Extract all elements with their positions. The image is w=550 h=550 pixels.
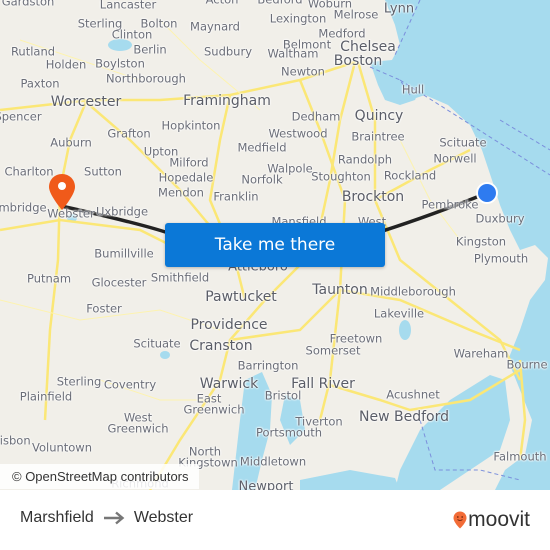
moovit-logo[interactable]: moovit: [453, 508, 530, 532]
place-label: Sutton: [84, 164, 122, 179]
place-label: Bumillville: [94, 246, 154, 261]
place-label: Voluntown: [31, 440, 93, 455]
place-label: Stoughton: [311, 169, 371, 184]
place-label: Dedham: [291, 109, 341, 124]
place-label: Franklin: [213, 189, 259, 204]
place-label: Greenwich: [107, 421, 169, 436]
place-label: Paxton: [20, 76, 60, 91]
place-label: Pembroke: [421, 197, 479, 212]
place-label: Auburn: [50, 135, 92, 150]
place-label: Mendon: [158, 185, 204, 200]
place-label: Sudbury: [203, 44, 253, 59]
place-label: Norfolk: [241, 172, 283, 187]
place-label: Braintree: [351, 129, 405, 144]
moovit-pin-icon: [453, 511, 467, 529]
destination-name: Webster: [133, 509, 194, 526]
place-label: Taunton: [312, 282, 368, 298]
place-label: Newport: [238, 479, 294, 491]
place-label: Newton: [281, 64, 325, 79]
place-label: Acushnet: [386, 387, 440, 402]
place-label: Hull: [401, 82, 425, 97]
place-label: Berlin: [133, 42, 167, 57]
place-label: Melrose: [333, 7, 379, 22]
place-label: Middleborough: [370, 284, 456, 299]
arrow-right-icon: [103, 511, 125, 525]
place-label: Lisbon: [0, 433, 31, 448]
place-label: Scituate: [133, 336, 181, 351]
place-label: Waltham: [267, 46, 319, 61]
place-label: Smithfield: [150, 270, 210, 285]
place-label: Brockton: [341, 189, 405, 205]
place-label: Falmouth: [493, 449, 547, 464]
place-label: Boston: [333, 53, 383, 69]
place-label: Hopedale: [158, 170, 214, 185]
place-label: Barrington: [237, 358, 299, 373]
place-label: Middletown: [239, 454, 307, 469]
place-label: Medfield: [237, 140, 287, 155]
place-label: Framingham: [183, 93, 271, 109]
place-label: Providence: [190, 317, 268, 333]
place-label: Foster: [86, 301, 122, 316]
route-title: Marshfield Webster: [20, 509, 193, 527]
place-label: Rutland: [10, 44, 56, 59]
place-label: Lakeville: [373, 306, 425, 321]
place-label: Lexington: [269, 11, 327, 26]
place-label: Cambridge: [0, 200, 47, 215]
place-label: Warwick: [199, 376, 259, 392]
place-label: Hopkinton: [161, 118, 221, 133]
place-label: Greenwich: [183, 402, 245, 417]
place-label: Lancaster: [99, 0, 157, 12]
place-label: Acton: [206, 0, 239, 6]
place-label: Uxbridge: [95, 204, 149, 219]
place-label: Plainfield: [19, 389, 73, 404]
take-me-there-button[interactable]: Take me there: [165, 223, 385, 267]
map-view[interactable]: LancasterActonBedfordWoburnLynnGardstonS…: [0, 0, 550, 490]
destination-pin-icon[interactable]: [48, 173, 76, 211]
map-attribution[interactable]: © OpenStreetMap contributors: [0, 464, 199, 489]
place-label: Bedford: [257, 0, 302, 6]
place-label: Boylston: [95, 56, 145, 71]
place-label: Coventry: [103, 377, 157, 392]
place-label: Kingston: [455, 234, 507, 249]
place-label: Randolph: [337, 152, 393, 167]
place-label: Clinton: [111, 27, 153, 42]
place-label: Duxbury: [475, 211, 525, 226]
place-label: Worcester: [50, 94, 122, 110]
place-label: Wareham: [453, 346, 509, 361]
origin-name: Marshfield: [20, 509, 94, 526]
place-label: Spencer: [0, 109, 42, 124]
place-label: Milford: [169, 155, 209, 170]
place-label: Glocester: [91, 275, 147, 290]
place-label: Rockland: [383, 168, 437, 183]
brand-name: moovit: [468, 508, 530, 531]
place-label: Somerset: [305, 343, 361, 358]
place-label: New Bedford: [359, 409, 449, 425]
place-label: Putnam: [26, 271, 72, 286]
place-label: Portsmouth: [255, 425, 323, 440]
place-label: Holden: [45, 57, 87, 72]
south-coast: [300, 470, 400, 490]
place-label: Sterling: [56, 374, 102, 389]
place-label: Grafton: [107, 126, 151, 141]
place-label: Westwood: [268, 126, 328, 141]
place-label: Bourne: [506, 357, 548, 372]
place-label: Cranston: [189, 338, 253, 354]
place-label: Scituate: [439, 135, 487, 150]
place-label: Pawtucket: [205, 289, 277, 305]
place-label: Lynn: [383, 1, 415, 17]
place-label: Plymouth: [473, 251, 529, 266]
place-label: Charlton: [4, 164, 54, 179]
origin-dot-icon[interactable]: [475, 181, 499, 205]
place-label: Chelsea: [340, 39, 396, 55]
footer-bar: Marshfield Webster moovit: [0, 490, 550, 550]
place-label: Northborough: [106, 71, 186, 86]
place-label: Norwell: [433, 151, 477, 166]
place-label: Bristol: [264, 388, 302, 403]
place-label: Gardston: [1, 0, 55, 9]
place-label: Quincy: [354, 108, 404, 124]
place-label: Maynard: [190, 19, 240, 34]
